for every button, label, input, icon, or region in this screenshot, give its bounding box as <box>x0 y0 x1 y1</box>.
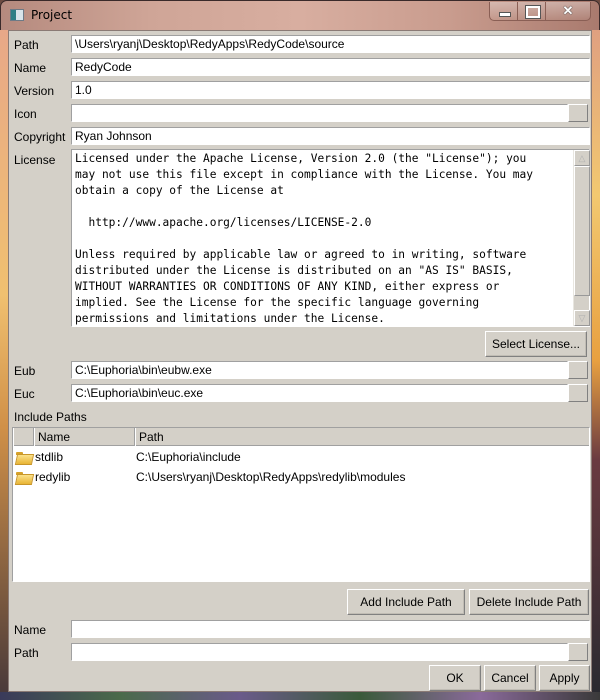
scroll-thumb[interactable] <box>574 166 590 296</box>
cancel-button[interactable]: Cancel <box>484 665 536 691</box>
column-header-name[interactable]: Name <box>34 428 135 446</box>
name-field[interactable]: RedyCode <box>71 58 590 76</box>
row-path: C:\Users\ryanj\Desktop\RedyApps\redylib\… <box>136 470 406 484</box>
include-path-browse-button[interactable] <box>568 643 588 661</box>
close-icon: ✕ <box>562 3 574 18</box>
table-row[interactable]: redylib C:\Users\ryanj\Desktop\RedyApps\… <box>13 467 589 487</box>
window-frame-left <box>0 30 8 692</box>
ok-button[interactable]: OK <box>429 665 481 691</box>
path-label: Path <box>14 38 39 52</box>
eub-field[interactable]: C:\Euphoria\bin\eubw.exe <box>71 361 568 379</box>
icon-browse-button[interactable] <box>568 104 588 122</box>
license-scrollbar[interactable]: △ ▽ <box>573 150 590 326</box>
column-header-path[interactable]: Path <box>135 428 589 446</box>
dialog-client-area: Path \Users\ryanj\Desktop\RedyApps\RedyC… <box>8 30 592 692</box>
add-include-path-button[interactable]: Add Include Path <box>347 589 465 615</box>
euc-browse-button[interactable] <box>568 384 588 402</box>
table-header: Name Path <box>13 428 589 446</box>
scroll-up-arrow-icon[interactable]: △ <box>574 150 590 166</box>
include-name-label: Name <box>14 623 47 637</box>
caption-buttons: ✕ <box>489 2 591 21</box>
include-path-field[interactable] <box>71 643 568 661</box>
window-frame-right <box>592 30 600 692</box>
folder-icon <box>16 451 31 463</box>
scroll-down-arrow-icon[interactable]: ▽ <box>574 310 590 326</box>
copyright-field[interactable]: Ryan Johnson <box>71 127 590 145</box>
path-field[interactable]: \Users\ryanj\Desktop\RedyApps\RedyCode\s… <box>71 35 590 53</box>
icon-field[interactable] <box>71 104 568 122</box>
window-title: Project <box>31 8 73 22</box>
euc-field[interactable]: C:\Euphoria\bin\euc.exe <box>71 384 568 402</box>
row-name: redylib <box>35 470 71 484</box>
window-frame-bottom <box>0 692 600 700</box>
eub-label: Eub <box>14 364 36 378</box>
minimize-button[interactable] <box>490 2 518 20</box>
include-paths-label: Include Paths <box>14 410 87 424</box>
column-header-icon[interactable] <box>13 428 34 446</box>
close-button[interactable]: ✕ <box>546 2 590 20</box>
license-text[interactable]: Licensed under the Apache License, Versi… <box>75 151 573 327</box>
include-name-field[interactable] <box>71 620 590 638</box>
title-bar[interactable]: Project ✕ <box>1 1 600 31</box>
window-app-icon <box>10 9 24 21</box>
copyright-label: Copyright <box>14 130 66 144</box>
row-name: stdlib <box>35 450 64 464</box>
include-path-label: Path <box>14 646 39 660</box>
include-paths-table[interactable]: Name Path stdlib C:\Euphoria\include red… <box>12 427 590 582</box>
select-license-button[interactable]: Select License... <box>485 331 587 357</box>
version-label: Version <box>14 84 55 98</box>
license-label: License <box>14 153 56 167</box>
eub-browse-button[interactable] <box>568 361 588 379</box>
table-row[interactable]: stdlib C:\Euphoria\include <box>13 447 589 467</box>
maximize-button[interactable] <box>518 2 546 20</box>
euc-label: Euc <box>14 387 35 401</box>
icon-label: Icon <box>14 107 37 121</box>
folder-icon <box>16 471 31 483</box>
apply-button[interactable]: Apply <box>539 665 590 691</box>
delete-include-path-button[interactable]: Delete Include Path <box>469 589 589 615</box>
row-path: C:\Euphoria\include <box>136 450 241 464</box>
license-textarea[interactable]: Licensed under the Apache License, Versi… <box>71 149 590 327</box>
version-field[interactable]: 1.0 <box>71 81 590 99</box>
name-label: Name <box>14 61 47 75</box>
